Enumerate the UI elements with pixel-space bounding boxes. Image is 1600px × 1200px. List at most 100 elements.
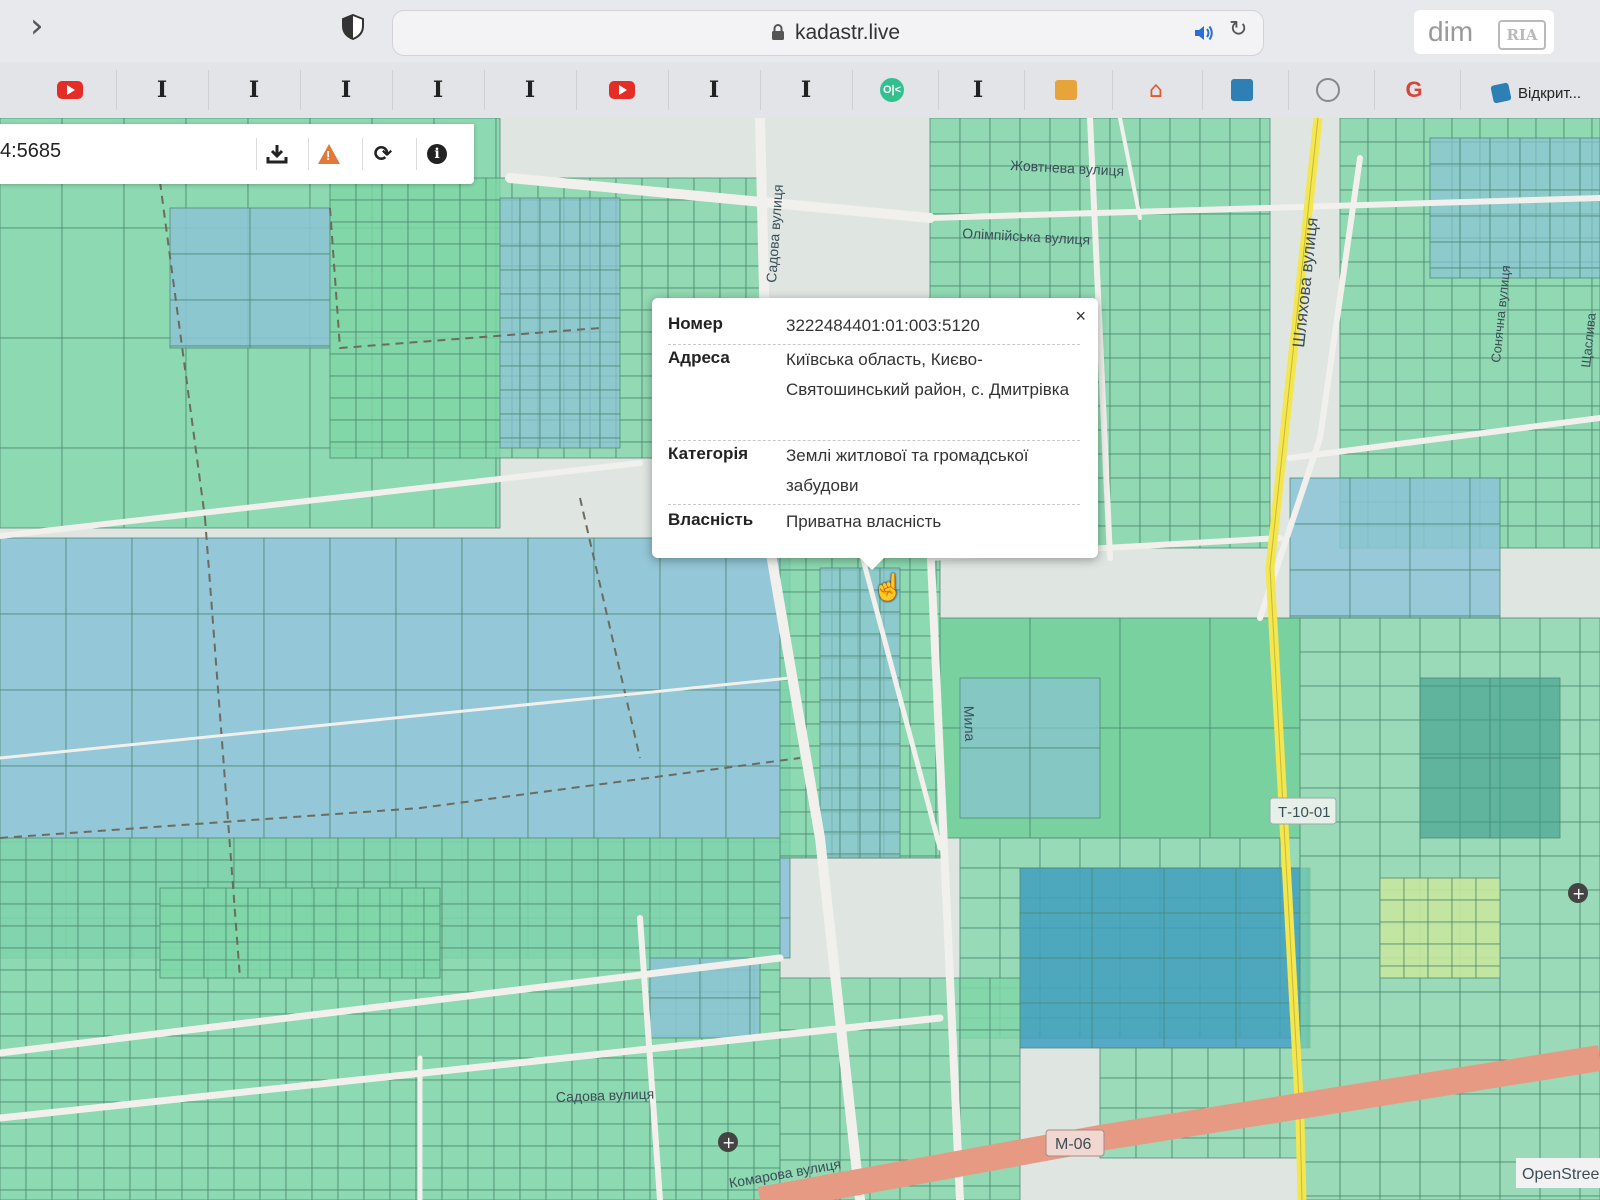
land-parcel[interactable] <box>495 447 501 529</box>
land-parcel[interactable] <box>839 589 861 613</box>
land-parcel[interactable] <box>65 689 133 767</box>
land-parcel[interactable] <box>233 1167 261 1191</box>
land-parcel[interactable] <box>185 337 249 449</box>
land-parcel[interactable] <box>1243 1047 1281 1079</box>
land-parcel[interactable] <box>467 859 495 883</box>
reload-icon[interactable]: ↻ <box>1229 17 1247 42</box>
land-parcel[interactable] <box>959 118 991 143</box>
land-parcel[interactable] <box>1339 651 1381 687</box>
land-parcel[interactable] <box>599 245 621 271</box>
land-parcel[interactable] <box>129 1057 157 1081</box>
land-parcel[interactable] <box>381 441 409 459</box>
land-parcel[interactable] <box>1029 677 1101 749</box>
land-parcel[interactable] <box>1423 309 1453 335</box>
land-parcel[interactable] <box>259 1057 287 1081</box>
land-parcel[interactable] <box>363 1189 391 1200</box>
land-parcel[interactable] <box>467 1013 495 1037</box>
land-parcel[interactable] <box>1169 309 1201 335</box>
land-parcel[interactable] <box>675 1101 703 1125</box>
land-parcel[interactable] <box>597 1101 625 1125</box>
land-parcel[interactable] <box>51 947 79 971</box>
land-parcel[interactable] <box>753 1123 781 1147</box>
land-parcel[interactable] <box>155 859 183 883</box>
land-parcel[interactable] <box>401 887 425 907</box>
land-parcel[interactable] <box>1199 477 1231 503</box>
land-parcel[interactable] <box>1563 525 1593 549</box>
land-parcel[interactable] <box>1099 1077 1137 1109</box>
land-parcel[interactable] <box>1423 357 1453 383</box>
land-parcel[interactable] <box>959 977 991 1005</box>
land-parcel[interactable] <box>1403 921 1429 945</box>
land-parcel[interactable] <box>1535 333 1565 359</box>
land-parcel[interactable] <box>181 1123 209 1147</box>
land-parcel[interactable] <box>1579 957 1600 993</box>
land-parcel[interactable] <box>539 389 561 415</box>
land-parcel[interactable] <box>203 905 227 925</box>
land-parcel[interactable] <box>745 265 761 289</box>
land-parcel[interactable] <box>1163 1002 1237 1049</box>
land-parcel[interactable] <box>0 903 27 927</box>
land-parcel[interactable] <box>77 969 105 993</box>
land-parcel[interactable] <box>381 221 409 245</box>
land-parcel[interactable] <box>929 237 961 263</box>
land-parcel[interactable] <box>335 959 359 979</box>
bookmark-pin[interactable]: I <box>668 70 761 110</box>
land-parcel[interactable] <box>181 1101 209 1125</box>
land-parcel[interactable] <box>1395 165 1425 191</box>
land-parcel[interactable] <box>1339 957 1381 993</box>
land-parcel[interactable] <box>1367 405 1397 431</box>
land-parcel[interactable] <box>129 1189 157 1200</box>
land-parcel[interactable] <box>0 613 67 691</box>
land-parcel[interactable] <box>337 1189 365 1200</box>
land-parcel[interactable] <box>181 991 209 1015</box>
land-parcel[interactable] <box>1579 923 1600 959</box>
land-parcel[interactable] <box>1139 309 1171 335</box>
land-parcel[interactable] <box>181 837 209 861</box>
land-parcel[interactable] <box>1475 877 1501 901</box>
land-parcel[interactable] <box>819 787 841 811</box>
land-parcel[interactable] <box>693 221 721 245</box>
bookmark-circle[interactable] <box>1282 70 1375 110</box>
land-parcel[interactable] <box>1259 405 1271 431</box>
land-parcel[interactable] <box>869 977 901 1005</box>
land-parcel[interactable] <box>859 699 881 723</box>
land-parcel[interactable] <box>519 269 541 295</box>
land-parcel[interactable] <box>1379 719 1421 755</box>
land-parcel[interactable] <box>1579 821 1600 857</box>
land-parcel[interactable] <box>545 925 573 949</box>
land-parcel[interactable] <box>357 941 381 961</box>
land-parcel[interactable] <box>1169 333 1201 359</box>
land-parcel[interactable] <box>659 613 727 691</box>
land-parcel[interactable] <box>1409 523 1471 571</box>
land-parcel[interactable] <box>599 293 621 319</box>
land-parcel[interactable] <box>1199 381 1231 407</box>
land-parcel[interactable] <box>329 309 357 333</box>
land-parcel[interactable] <box>1379 991 1421 1027</box>
land-parcel[interactable] <box>0 227 63 339</box>
land-parcel[interactable] <box>459 199 487 223</box>
land-parcel[interactable] <box>571 1189 599 1200</box>
land-parcel[interactable] <box>493 1145 521 1169</box>
land-parcel[interactable] <box>0 1013 27 1037</box>
land-parcel[interactable] <box>693 199 721 223</box>
land-parcel[interactable] <box>129 903 157 927</box>
land-parcel[interactable] <box>641 221 669 245</box>
land-parcel[interactable] <box>25 1145 53 1169</box>
land-parcel[interactable] <box>291 887 315 907</box>
land-parcel[interactable] <box>579 365 601 391</box>
land-parcel[interactable] <box>441 969 469 993</box>
land-parcel[interactable] <box>1427 877 1453 901</box>
land-parcel[interactable] <box>1039 837 1081 869</box>
land-parcel[interactable] <box>579 269 601 295</box>
land-parcel[interactable] <box>225 887 249 907</box>
land-parcel[interactable] <box>959 1107 991 1135</box>
land-parcel[interactable] <box>539 269 561 295</box>
land-parcel[interactable] <box>197 613 265 691</box>
land-parcel[interactable] <box>1379 921 1405 945</box>
land-parcel[interactable] <box>1109 285 1141 311</box>
land-parcel[interactable] <box>1139 261 1171 287</box>
land-parcel[interactable] <box>329 397 357 421</box>
land-parcel[interactable] <box>1169 165 1201 191</box>
land-parcel[interactable] <box>203 959 227 979</box>
land-parcel[interactable] <box>1499 1025 1541 1061</box>
